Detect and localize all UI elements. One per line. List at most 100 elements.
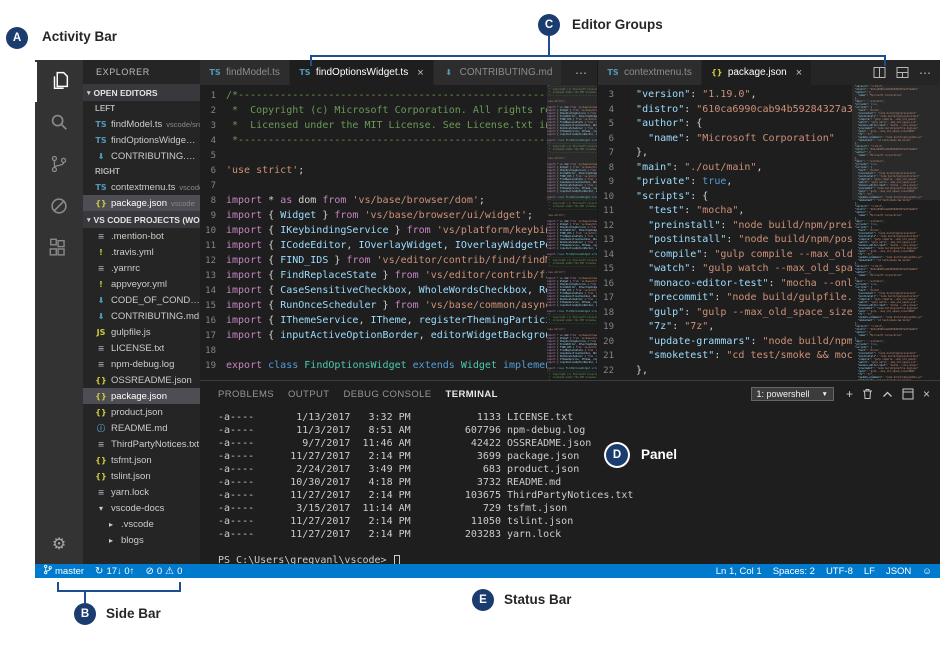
editor-right[interactable]: 3 "version": "1.19.0",4 "distro": "610ca… [598,85,940,380]
json-file-icon: {} [95,408,107,417]
code-line: 15import { RunOnceScheduler } from 'vs/b… [200,298,597,313]
line-number: 19 [598,320,624,335]
open-editor-item[interactable]: TSfindOptionsWidget.tsvsco... [83,132,200,148]
open-editor-item[interactable]: {}package.jsonvscode [83,195,200,211]
activity-bar: ⚙ [35,60,83,564]
file-row[interactable]: {}package.json [83,388,200,404]
tab-bar-left: TSfindModel.tsTSfindOptionsWidget.ts×⬇CO… [200,60,597,85]
file-row[interactable]: ⬇CONTRIBUTING.md [83,308,200,324]
file-row[interactable]: !appveyor.yml [83,276,200,292]
panel-tab-terminal[interactable]: TERMINAL [446,389,498,400]
activity-explorer-button[interactable] [35,62,83,102]
file-row[interactable]: ≡npm-debug.log [83,356,200,372]
minimap-slider[interactable] [852,85,940,200]
open-editor-item[interactable]: TSfindModel.tsvscode/src/vs/... [83,116,200,132]
file-name: .vscode [121,519,154,530]
language-mode-indicator[interactable]: JSON [886,566,911,577]
line-number: 8 [598,161,624,176]
file-name: package.json [111,391,167,402]
file-row[interactable]: ⓘREADME.md [83,420,200,436]
md-file-icon: ⬇ [95,312,107,321]
tab-contributing-md[interactable]: ⬇CONTRIBUTING.md [434,60,563,85]
md-file-icon: ⬇ [443,68,455,77]
file-name: blogs [121,535,144,546]
minimap-right[interactable]: "version": "1.19.0", "distro": "610ca699… [852,85,940,380]
activity-extensions-button[interactable] [35,230,83,270]
file-row[interactable]: ≡ThirdPartyNotices.txt [83,436,200,452]
editor-left[interactable]: 1/*-------------------------------------… [200,85,597,380]
git-sync-indicator[interactable]: ↻ 17↓ 0↑ [95,566,134,577]
vscode-window: ⚙ EXPLORER ▾ OPEN EDITORS LEFTTSfindMode… [35,60,940,578]
file-row[interactable]: {}OSSREADME.json [83,372,200,388]
file-row[interactable]: ▾vscode-docs [83,500,200,516]
minimap-left[interactable]: /*--------------------------------------… [547,85,597,380]
more-tabs-icon[interactable]: ⋯ [565,60,597,85]
feedback-smiley-icon[interactable]: ☺ [922,566,932,577]
line-number: 7 [200,179,226,194]
terminal-select-value: 1: powershell [757,389,810,399]
terminal-select[interactable]: 1: powershell ▼ [751,387,834,401]
split-editor-icon[interactable] [873,66,886,79]
code-line: 2 * Copyright (c) Microsoft Corporation.… [200,103,597,118]
terminal[interactable]: -a---- 1/13/2017 3:32 PM 1133 LICENSE.tx… [200,407,940,567]
file-row[interactable]: !.travis.yml [83,244,200,260]
file-row[interactable]: ≡.mention-bot [83,228,200,244]
file-name: npm-debug.log [111,359,174,370]
more-actions-icon[interactable]: ⋯ [919,66,931,80]
open-editors-header[interactable]: ▾ OPEN EDITORS [83,84,200,101]
new-terminal-icon[interactable]: + [846,387,853,401]
tab-package-json[interactable]: {}package.json× [702,60,812,85]
close-panel-icon[interactable]: × [923,387,930,401]
activity-debug-button[interactable] [35,188,83,228]
file-row[interactable]: ▸.vscode [83,516,200,532]
editor-layout-icon[interactable] [896,66,909,79]
file-row[interactable]: ⬇CODE_OF_CONDUCT.md [83,292,200,308]
file-row[interactable]: ≡.yarnrc [83,260,200,276]
ts-file-icon: TS [95,183,107,192]
file-row[interactable]: ▸blogs [83,532,200,548]
line-number: 10 [200,224,226,239]
line-number: 17 [200,329,226,344]
yml-file-icon: ! [95,280,107,289]
line-number: 11 [200,239,226,254]
close-icon[interactable]: × [796,67,802,79]
file-row[interactable]: JSgulpfile.js [83,324,200,340]
code-line: 8import * as dom from 'vs/base/browser/d… [200,193,597,208]
file-row[interactable]: ≡LICENSE.txt [83,340,200,356]
tab-contextmenu-ts[interactable]: TScontextmenu.ts [598,60,702,85]
json-file-icon: {} [711,68,723,77]
file-row[interactable]: {}tslint.json [83,468,200,484]
file-row[interactable]: {}product.json [83,404,200,420]
close-icon[interactable]: × [417,67,423,79]
line-number: 5 [200,149,226,164]
json-file-icon: {} [95,456,107,465]
indentation-indicator[interactable]: Spaces: 2 [773,566,815,577]
panel-tab-debug-console[interactable]: DEBUG CONSOLE [343,389,431,400]
file-row[interactable]: {}tsfmt.json [83,452,200,468]
open-editor-item[interactable]: TScontextmenu.tsvscode/src/... [83,179,200,195]
panel-tab-problems[interactable]: PROBLEMS [218,389,274,400]
problems-indicator[interactable]: ⊘ 0 ⚠ 0 [145,566,182,577]
open-editor-item[interactable]: ⬇CONTRIBUTING.mdvscode [83,148,200,164]
eol-indicator[interactable]: LF [864,566,875,577]
workspace-header[interactable]: ▾ VS CODE PROJECTS (WORKSPACE) [83,211,200,228]
panel-tab-output[interactable]: OUTPUT [288,389,329,400]
tab-findmodel-ts[interactable]: TSfindModel.ts [200,60,290,85]
move-panel-icon[interactable] [902,388,914,400]
panel: PROBLEMS OUTPUT DEBUG CONSOLE TERMINAL 1: p… [200,380,940,564]
kill-terminal-icon[interactable] [862,388,873,400]
annotation-e-label: Status Bar [504,592,572,607]
activity-source-control-button[interactable] [35,146,83,186]
file-row[interactable]: ≡yarn.lock [83,484,200,500]
encoding-indicator[interactable]: UTF-8 [826,566,853,577]
cursor-position[interactable]: Ln 1, Col 1 [716,566,762,577]
minimap-slider[interactable] [547,85,597,200]
file-name: .travis.yml [111,247,154,258]
maximize-panel-icon[interactable] [882,390,893,398]
file-name: findModel.ts [111,119,162,130]
settings-gear-icon[interactable]: ⚙ [35,532,83,556]
annotation-b-label: Side Bar [106,606,161,621]
side-bar: EXPLORER ▾ OPEN EDITORS LEFTTSfindModel.… [83,60,200,564]
activity-search-button[interactable] [35,104,83,144]
git-branch-indicator[interactable]: master [43,564,84,578]
